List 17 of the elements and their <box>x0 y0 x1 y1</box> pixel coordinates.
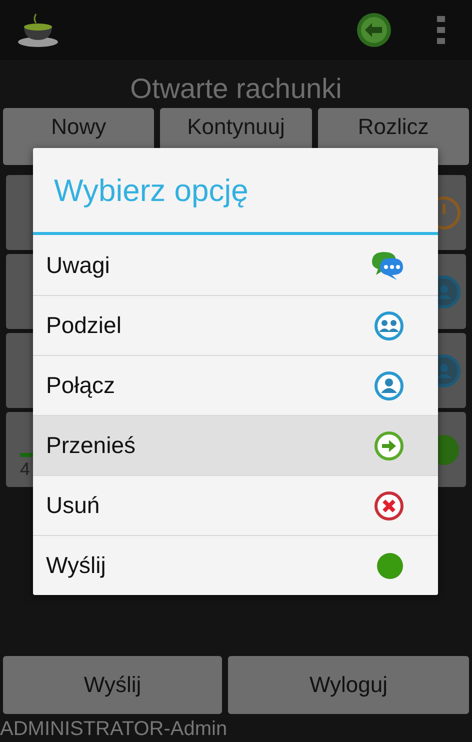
option-item[interactable]: Uwagi <box>33 235 438 295</box>
chat-bubbles-icon <box>370 250 404 280</box>
send-dot-icon <box>376 552 404 580</box>
two-people-icon <box>374 310 404 340</box>
option-item[interactable]: Usuń <box>33 475 438 535</box>
delete-icon <box>374 490 404 520</box>
person-icon <box>374 370 404 400</box>
bottom-button[interactable]: Wyślij <box>3 656 222 714</box>
option-item[interactable]: Podziel <box>33 295 438 355</box>
teacup-icon[interactable] <box>16 12 60 48</box>
option-item[interactable]: Wyślij <box>33 535 438 595</box>
more-menu-icon[interactable] <box>436 15 446 45</box>
option-item[interactable]: Przenieś <box>33 415 438 475</box>
user-label: ADMINISTRATOR-Admin <box>0 717 228 742</box>
screen-title: Otwarte rachunki <box>129 72 343 106</box>
dialog-title: Wybierz opcję <box>54 172 248 210</box>
bottom-button[interactable]: Wyloguj <box>228 656 469 714</box>
